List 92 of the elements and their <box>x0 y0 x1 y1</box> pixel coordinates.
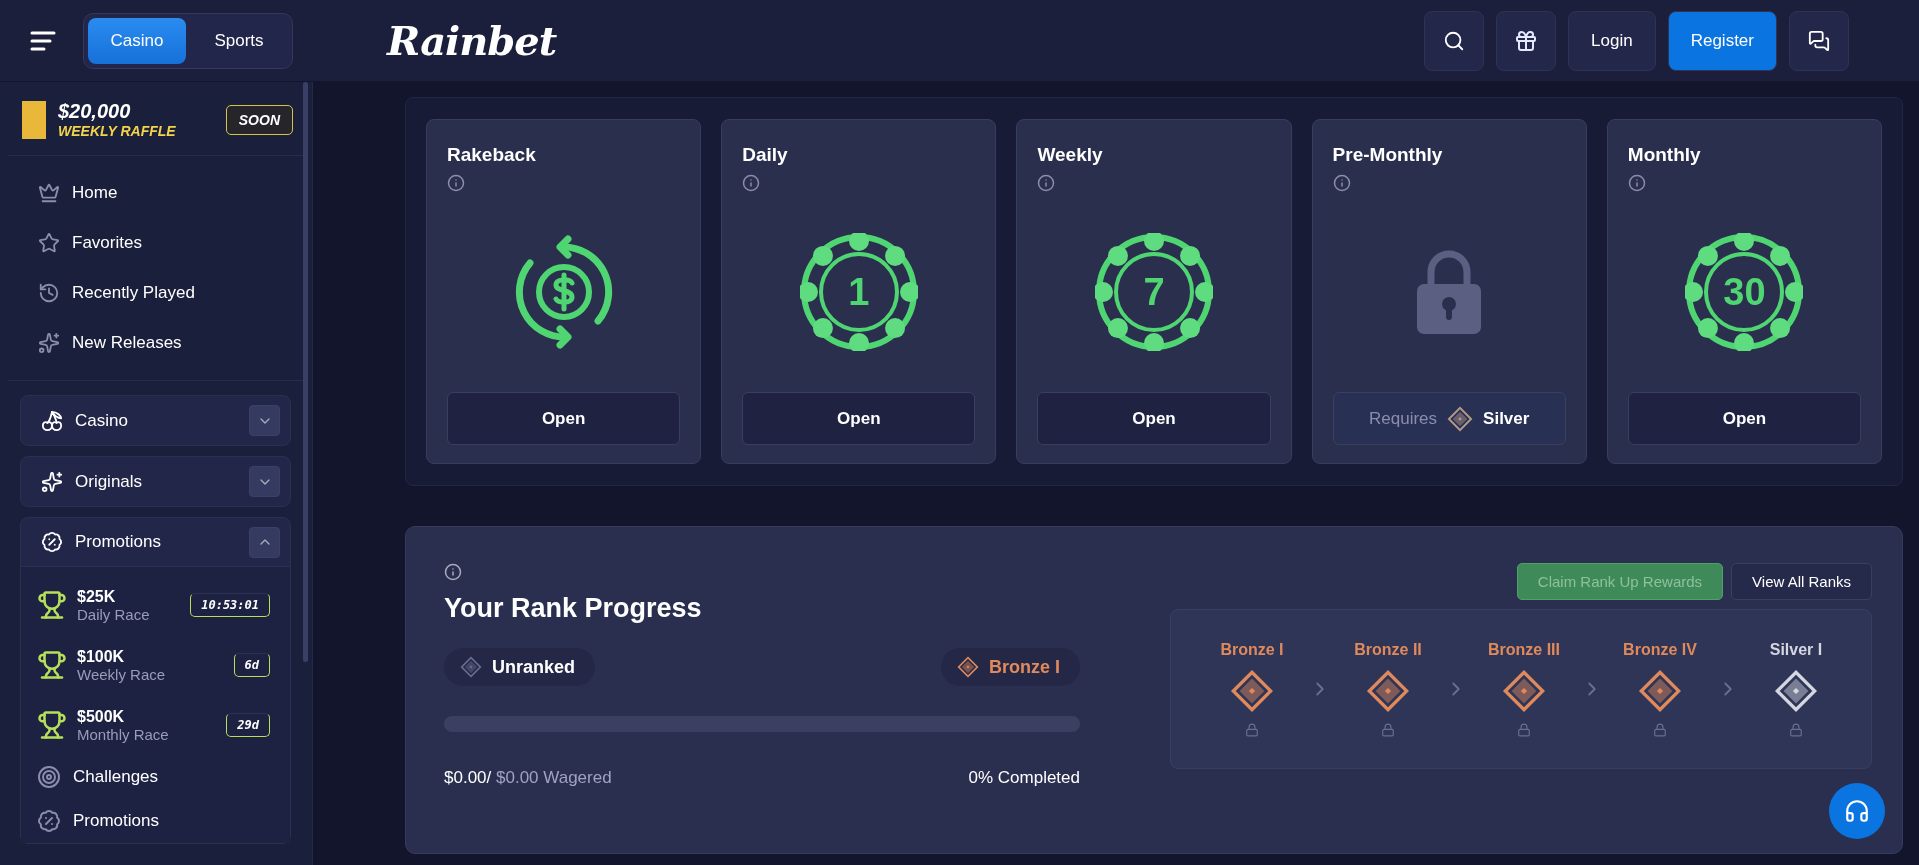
race-name: Monthly Race <box>77 725 170 743</box>
race-prize: $500K <box>77 707 126 726</box>
card-title: Weekly <box>1037 144 1104 166</box>
diamond-icon <box>460 656 482 678</box>
chip-number: 30 <box>1723 270 1766 314</box>
tier-label: Silver <box>1483 408 1530 429</box>
requires-label: Requires <box>1369 408 1438 429</box>
completed-text: 0% Completed <box>968 768 1080 788</box>
gift-icon <box>1514 28 1539 53</box>
headset-icon <box>1844 798 1870 824</box>
nav-item[interactable]: New Releases <box>38 318 303 368</box>
rank-diamond-icon <box>1366 669 1410 713</box>
tier-name: Bronze II <box>1354 641 1422 659</box>
nav-item[interactable]: Recently Played <box>38 268 303 318</box>
race-timer: 6d <box>233 653 270 677</box>
current-rank-pill: Unranked <box>444 648 596 686</box>
chat-button[interactable] <box>1789 10 1849 71</box>
race-prize: $25K <box>77 587 117 606</box>
rank-diamond-icon <box>1230 669 1274 713</box>
card-title: Daily <box>742 144 789 166</box>
info-icon <box>447 174 465 192</box>
race-prize: $100K <box>77 647 126 666</box>
card-title: Monthly <box>1627 144 1702 166</box>
history-icon <box>38 282 60 304</box>
race-name: Daily Race <box>77 605 151 623</box>
chat-icon <box>1808 29 1830 52</box>
nav-item[interactable]: Home <box>38 168 303 218</box>
ticket-icon <box>22 100 46 139</box>
info-icon <box>1037 174 1056 192</box>
open-button[interactable]: Open <box>742 392 976 445</box>
gift-button[interactable] <box>1496 10 1557 71</box>
star-icon <box>38 232 60 254</box>
open-button[interactable]: Open <box>1627 392 1861 445</box>
card-title: Pre-Monthly <box>1332 144 1444 166</box>
soon-badge: SOON <box>225 104 293 135</box>
section-label: Originals <box>75 471 144 492</box>
tier-name: Bronze IV <box>1623 641 1697 659</box>
race-timer: 10:53:01 <box>190 593 270 617</box>
diamond-icon <box>957 656 979 678</box>
info-icon <box>444 563 462 581</box>
rank-diamond-icon <box>1638 669 1682 713</box>
poker-chip-icon <box>1095 233 1213 351</box>
register-button[interactable]: Register <box>1667 10 1777 71</box>
section-label: Casino <box>75 410 129 431</box>
cherry-icon <box>41 409 63 432</box>
race-item[interactable]: $100K Weekly Race 6d <box>21 635 290 695</box>
card-title: Rakeback <box>447 144 537 166</box>
tier-name: Bronze III <box>1488 641 1560 659</box>
info-icon <box>1332 174 1351 192</box>
rank-title: Your Rank Progress <box>444 593 703 624</box>
next-rank-pill: Bronze I <box>941 648 1080 686</box>
wagered-text: $0.00/ $0.00 Wagered <box>444 768 612 788</box>
tier-name: Silver I <box>1769 641 1823 659</box>
info-icon <box>1627 174 1646 192</box>
view-all-ranks-button[interactable]: View All Ranks <box>1731 563 1872 600</box>
crown-icon <box>38 182 60 204</box>
rank-diamond-icon <box>1774 669 1818 713</box>
target-icon <box>37 765 61 789</box>
poker-chip-icon <box>799 233 918 351</box>
nav-item[interactable]: Favorites <box>38 218 303 268</box>
sparkles-icon <box>38 332 60 354</box>
sidebar-link[interactable]: Promotions <box>21 799 290 843</box>
open-button[interactable]: Open <box>1037 392 1271 445</box>
expand-toggle[interactable] <box>249 405 280 436</box>
rank-diamond-icon <box>1447 405 1474 432</box>
open-button[interactable]: Open <box>447 392 681 445</box>
rank-diamond-icon <box>1502 669 1546 713</box>
chip-number: 7 <box>1143 270 1165 314</box>
expand-toggle[interactable] <box>249 466 280 497</box>
sidebar-link[interactable]: Challenges <box>21 755 290 799</box>
tier-name: Bronze I <box>1220 641 1284 659</box>
raffle-label: WEEKLY RAFFLE <box>58 123 177 139</box>
race-name: Weekly Race <box>77 665 167 683</box>
percent-badge-icon <box>41 531 63 553</box>
race-item[interactable]: $500K Monthly Race 29d <box>21 695 290 755</box>
raffle-amount: $20,000 <box>58 100 132 123</box>
chip-number: 1 <box>848 270 870 314</box>
search-icon <box>1443 29 1466 52</box>
expand-toggle[interactable] <box>249 526 280 558</box>
padlock-icon <box>1417 250 1482 334</box>
mode-tab[interactable]: Casino <box>88 17 186 64</box>
logo: Rainbet <box>387 17 557 64</box>
race-item[interactable]: $25K Daily Race 10:53:01 <box>21 575 290 635</box>
poker-chip-icon <box>1685 233 1804 351</box>
section-label: Promotions <box>75 532 162 552</box>
menu-icon[interactable] <box>30 29 56 52</box>
percent-badge-icon <box>37 809 61 833</box>
race-timer: 29d <box>226 713 270 737</box>
mode-tab[interactable]: Sports <box>190 17 288 64</box>
info-icon <box>742 174 761 192</box>
search-button[interactable] <box>1424 10 1485 71</box>
login-button[interactable]: Login <box>1568 10 1656 71</box>
